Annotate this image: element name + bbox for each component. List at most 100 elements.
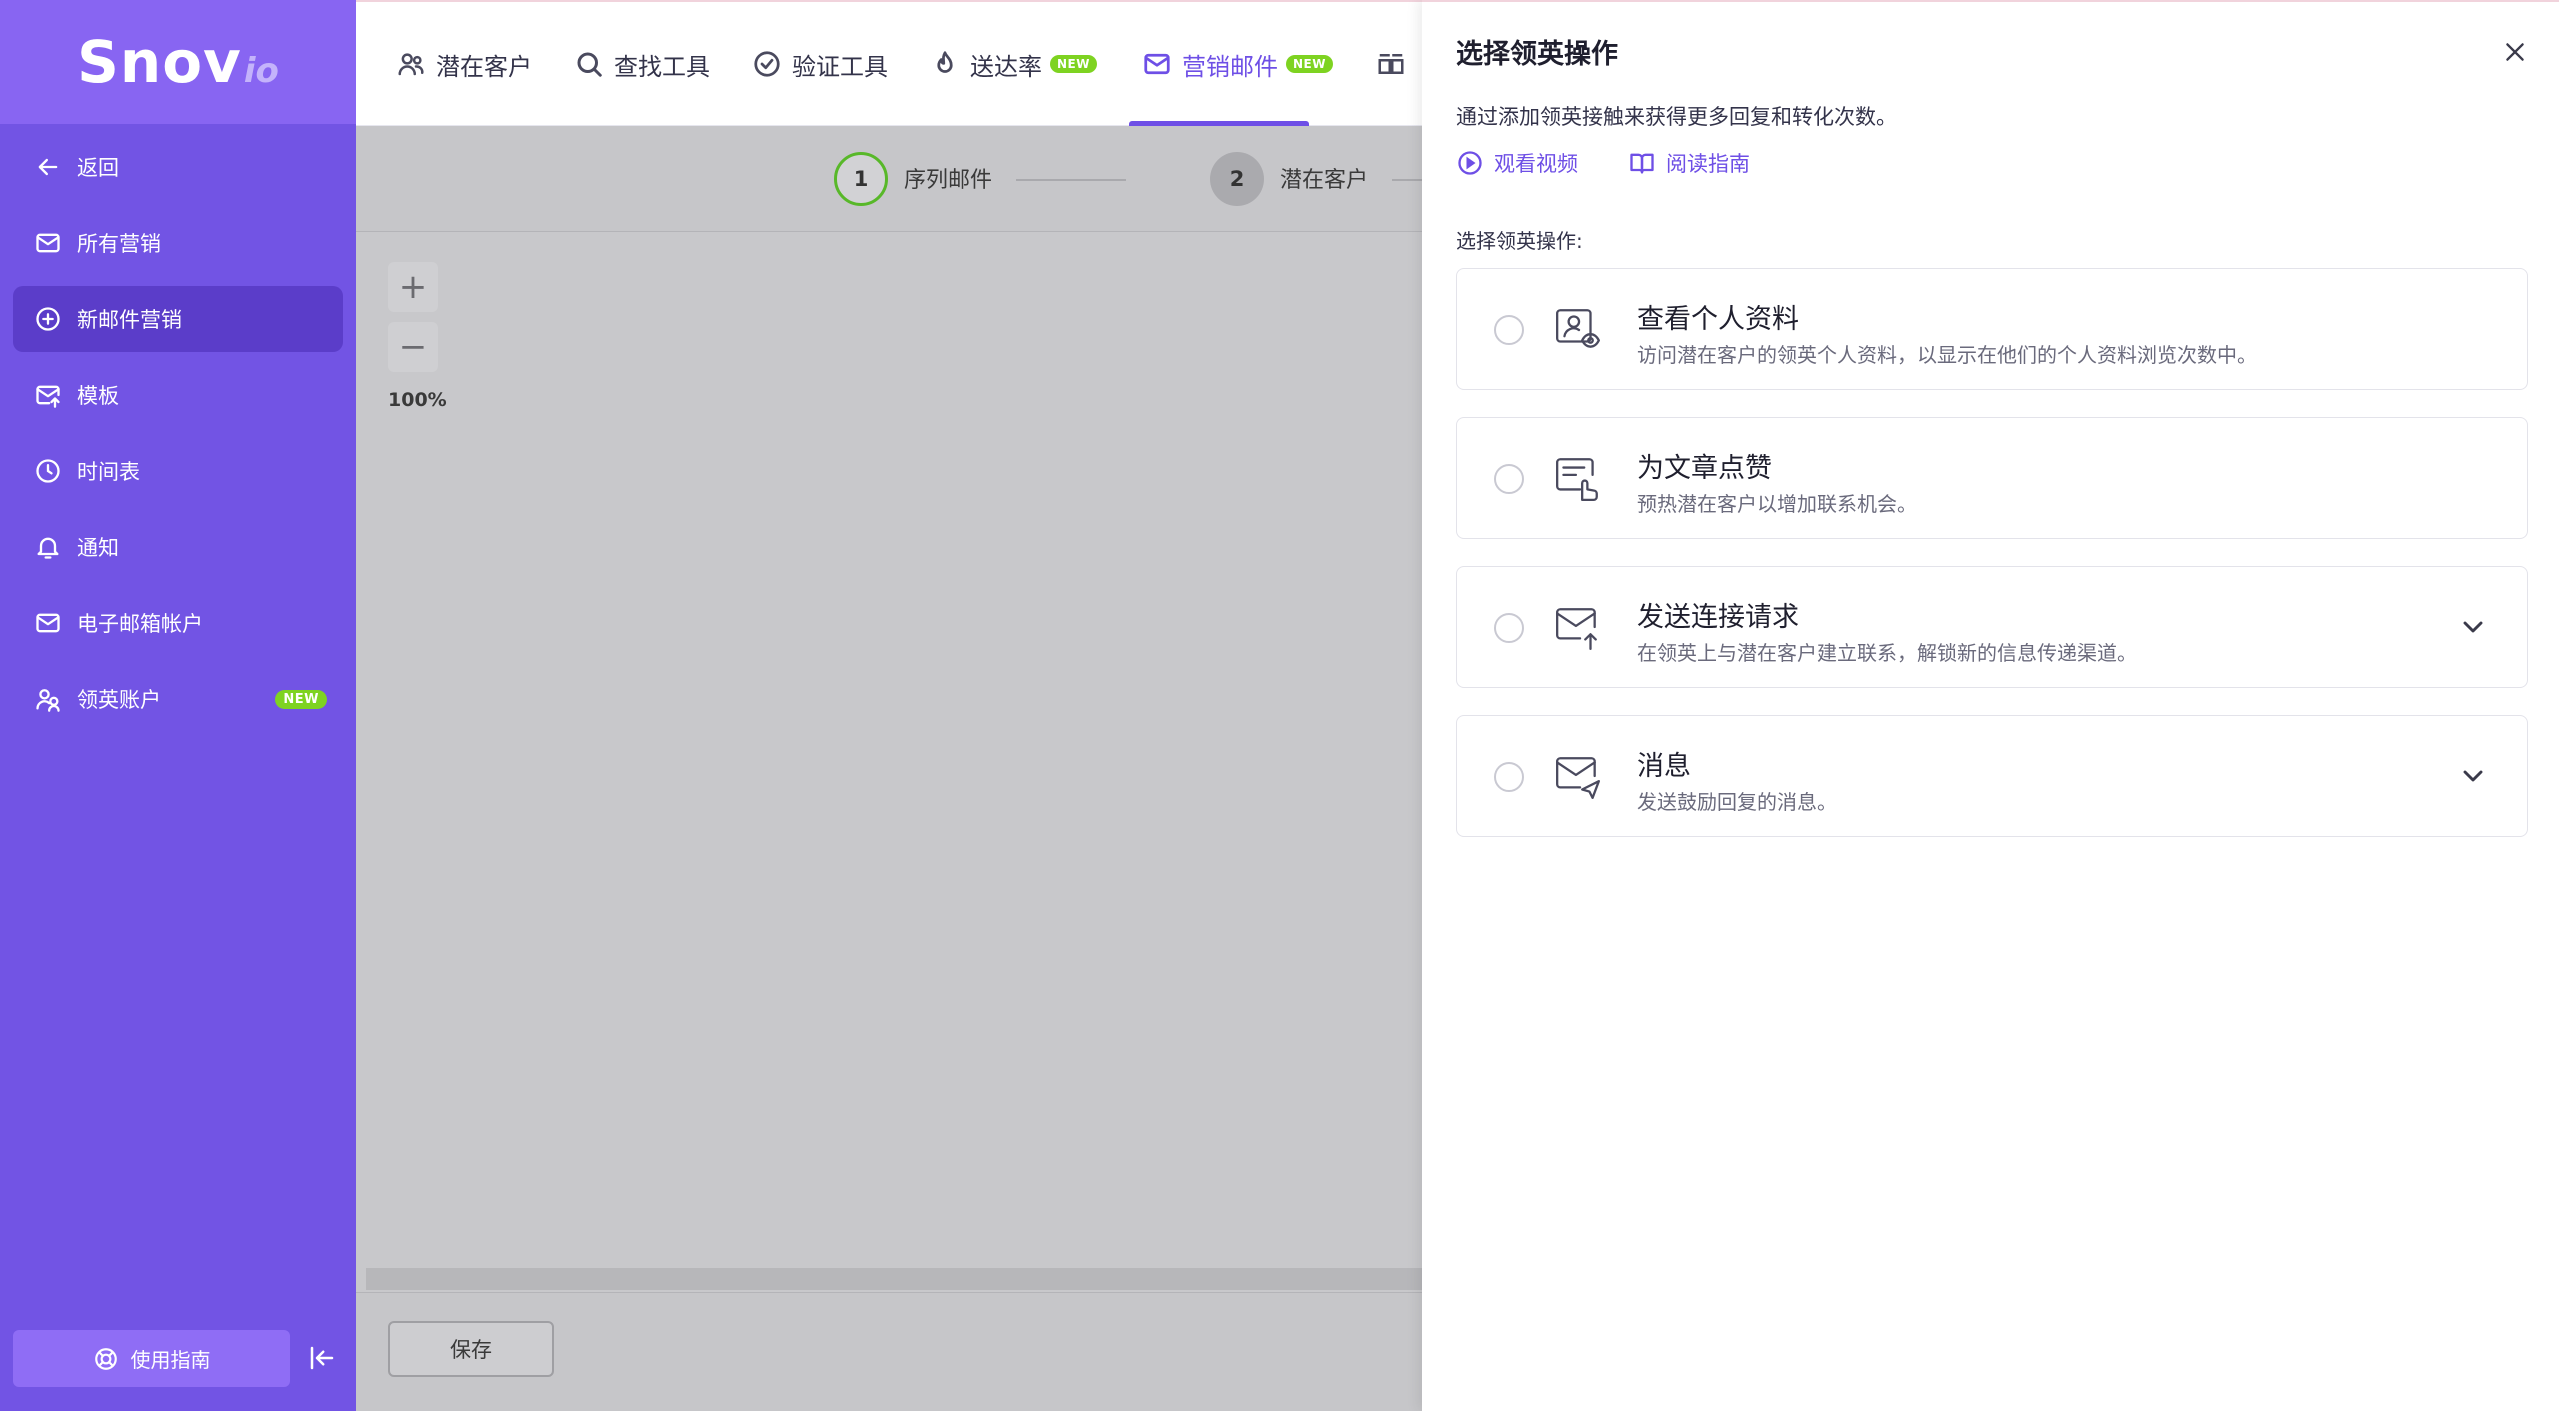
step-1-circle[interactable]: 1 [834, 152, 888, 206]
option-connect-request[interactable]: 发送连接请求 在领英上与潜在客户建立联系，解锁新的信息传递渠道。 [1456, 566, 2528, 688]
book-icon [1630, 153, 1654, 174]
sidebar-item-label: 返回 [77, 156, 119, 180]
sidebar-item-all-campaigns[interactable]: 所有营销 [13, 210, 343, 276]
step-connector [1392, 179, 1422, 181]
sidebar-item-label: 电子邮箱帐户 [77, 612, 203, 636]
read-guide-link[interactable]: 阅读指南 [1628, 148, 1750, 178]
tab-prospects[interactable]: 潜在客户 [396, 2, 532, 126]
option-radio[interactable] [1494, 315, 1524, 345]
tab-label: 验证工具 [792, 52, 888, 81]
option-description: 预热潜在客户以增加联系机会。 [1637, 492, 1917, 516]
sidebar-item-notifications[interactable]: 通知 [13, 514, 343, 580]
option-radio[interactable] [1494, 464, 1524, 494]
watch-video-link[interactable]: 观看视频 [1456, 148, 1578, 178]
new-badge: NEW [1286, 55, 1333, 73]
close-icon [2506, 43, 2524, 61]
chevron-down-icon[interactable] [2457, 611, 2489, 643]
panel-title: 选择领英操作 [1456, 39, 1618, 70]
new-badge: NEW [275, 689, 327, 709]
step-number: 1 [853, 167, 869, 191]
tab-label: 潜在客户 [436, 52, 532, 81]
option-view-profile[interactable]: 查看个人资料 访问潜在客户的领英个人资料，以显示在他们的个人资料浏览次数中。 [1456, 268, 2528, 390]
step-2-circle[interactable]: 2 [1210, 152, 1264, 206]
logo-suffix: io [243, 51, 279, 91]
arrow-left-icon [33, 152, 63, 182]
option-title: 为文章点赞 [1637, 453, 1772, 484]
linkedin-action-panel: 选择领英操作 通过添加领英接触来获得更多回复和转化次数。 观看视频 阅读指南 选… [1422, 0, 2559, 1411]
sidebar-item-schedule[interactable]: 时间表 [13, 438, 343, 504]
option-message[interactable]: 消息 发送鼓励回复的消息。 [1456, 715, 2528, 837]
campaign-canvas: 1 序列邮件 2 潜在客户 + − 100% 保存 [356, 126, 1422, 1411]
horizontal-scrollbar[interactable] [366, 1268, 1422, 1290]
step-number: 2 [1229, 167, 1245, 191]
top-navigation: 潜在客户 查找工具 验证工具 送达率 NEW 营销邮件 NEW [356, 0, 1422, 126]
search-icon [577, 52, 602, 77]
close-panel-button[interactable] [2497, 34, 2533, 70]
option-radio[interactable] [1494, 613, 1524, 643]
option-radio[interactable] [1494, 762, 1524, 792]
bell-icon [33, 532, 63, 562]
mail-icon [33, 228, 63, 258]
lifebuoy-icon [94, 1347, 117, 1370]
tab-deliverability[interactable]: 送达率 NEW [930, 2, 1097, 126]
sidebar-item-templates[interactable]: 模板 [13, 362, 343, 428]
mail-icon [1144, 53, 1170, 75]
tab-more[interactable] [1376, 2, 1416, 126]
sidebar-item-back[interactable]: 返回 [13, 134, 343, 200]
plus-circle-icon [33, 304, 63, 334]
sidebar-item-label: 新邮件营销 [77, 308, 182, 332]
option-title: 消息 [1637, 751, 1691, 782]
message-send-icon [1553, 752, 1603, 802]
chevron-down-icon[interactable] [2457, 760, 2489, 792]
check-circle-icon [754, 51, 780, 77]
mail-icon [33, 608, 63, 638]
new-badge: NEW [1050, 55, 1097, 73]
read-guide-label: 阅读指南 [1666, 152, 1750, 176]
zoom-level: 100% [388, 389, 447, 411]
logo-text: Snov [77, 28, 242, 96]
option-like-post[interactable]: 为文章点赞 预热潜在客户以增加联系机会。 [1456, 417, 2528, 539]
step-2-label[interactable]: 潜在客户 [1280, 162, 1368, 194]
users-icon [33, 684, 63, 714]
tab-label: 营销邮件 [1182, 52, 1278, 81]
panel-description: 通过添加领英接触来获得更多回复和转化次数。 [1456, 105, 1897, 129]
collapse-sidebar-button[interactable] [302, 1338, 342, 1378]
watch-video-label: 观看视频 [1494, 152, 1578, 176]
tab-label: 送达率 [970, 52, 1042, 81]
option-description: 访问潜在客户的领英个人资料，以显示在他们的个人资料浏览次数中。 [1637, 343, 2257, 367]
tab-email-campaigns[interactable]: 营销邮件 NEW [1142, 2, 1333, 126]
sidebar: Snov io 返回 所有营销 新邮件营销 模板 时间表 通知 电子邮箱帐户 领… [0, 0, 356, 1411]
tab-label: 查找工具 [614, 52, 710, 81]
zoom-out-button[interactable]: − [388, 322, 438, 372]
option-description: 在领英上与潜在客户建立联系，解锁新的信息传递渠道。 [1637, 641, 2137, 665]
option-description: 发送鼓励回复的消息。 [1637, 790, 1837, 814]
sidebar-item-label: 模板 [77, 384, 119, 408]
mail-upload-icon [33, 380, 63, 410]
zoom-in-button[interactable]: + [388, 262, 438, 312]
tab-finder-tools[interactable]: 查找工具 [574, 2, 710, 126]
option-title: 查看个人资料 [1637, 304, 1799, 335]
connect-request-icon [1553, 603, 1603, 653]
canvas-footer: 保存 [356, 1292, 1422, 1411]
sidebar-item-label: 通知 [77, 536, 119, 560]
collapse-left-icon [310, 1346, 334, 1370]
play-circle-icon [1458, 151, 1482, 175]
like-post-icon [1553, 454, 1603, 504]
users-icon [398, 53, 424, 76]
sidebar-item-linkedin-accounts[interactable]: 领英账户 NEW [13, 666, 343, 732]
step-connector [1016, 179, 1126, 181]
tab-verifier-tools[interactable]: 验证工具 [752, 2, 888, 126]
save-button[interactable]: 保存 [388, 1321, 554, 1377]
step-1-label[interactable]: 序列邮件 [904, 162, 992, 194]
sidebar-item-new-campaign[interactable]: 新邮件营销 [13, 286, 343, 352]
sidebar-item-label: 时间表 [77, 460, 140, 484]
campaign-stepper: 1 序列邮件 2 潜在客户 [356, 126, 1422, 232]
sidebar-item-label: 所有营销 [77, 232, 161, 256]
layout-icon [1378, 54, 1404, 74]
sidebar-item-email-accounts[interactable]: 电子邮箱帐户 [13, 590, 343, 656]
user-guide-button[interactable]: 使用指南 [13, 1330, 290, 1387]
section-label: 选择领英操作: [1456, 229, 1583, 253]
option-title: 发送连接请求 [1637, 602, 1799, 633]
logo[interactable]: Snov io [0, 0, 356, 124]
sidebar-nav: 返回 所有营销 新邮件营销 模板 时间表 通知 电子邮箱帐户 领英账户 NEW [0, 130, 356, 742]
